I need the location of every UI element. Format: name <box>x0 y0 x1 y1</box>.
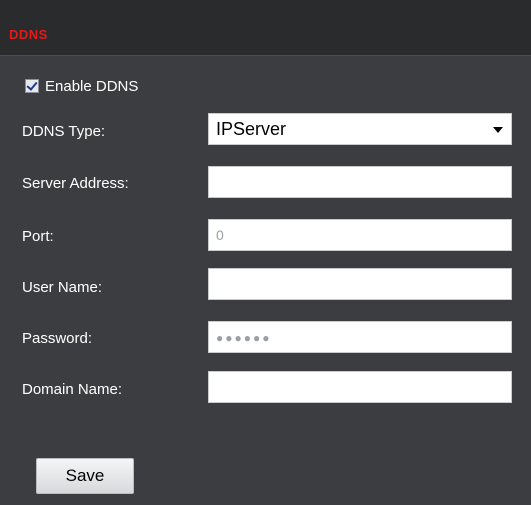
chevron-down-icon[interactable] <box>493 127 503 133</box>
domain-name-label: Domain Name: <box>22 381 123 398</box>
section-title: DDNS <box>9 27 48 42</box>
server-address-label: Server Address: <box>22 175 129 192</box>
port-label: Port: <box>22 228 54 245</box>
user-name-label: User Name: <box>22 279 103 296</box>
section-header: DDNS <box>0 0 531 56</box>
password-mask: ●●●●●● <box>216 331 272 345</box>
server-address-input[interactable] <box>208 166 512 198</box>
enable-ddns-row[interactable]: Enable DDNS <box>25 77 138 95</box>
ddns-type-value: IPServer <box>216 119 287 139</box>
save-button[interactable]: Save <box>36 458 134 494</box>
password-input[interactable]: ●●●●●● <box>208 321 512 353</box>
password-label: Password: <box>22 330 93 347</box>
domain-name-input[interactable] <box>208 371 512 403</box>
ddns-type-select[interactable]: IPServer <box>208 113 512 145</box>
port-input[interactable]: 0 <box>208 219 512 251</box>
enable-ddns-label[interactable]: Enable DDNS <box>45 78 138 95</box>
ddns-type-label: DDNS Type: <box>22 123 106 140</box>
user-name-input[interactable] <box>208 268 512 300</box>
enable-ddns-checkbox[interactable] <box>25 79 39 93</box>
